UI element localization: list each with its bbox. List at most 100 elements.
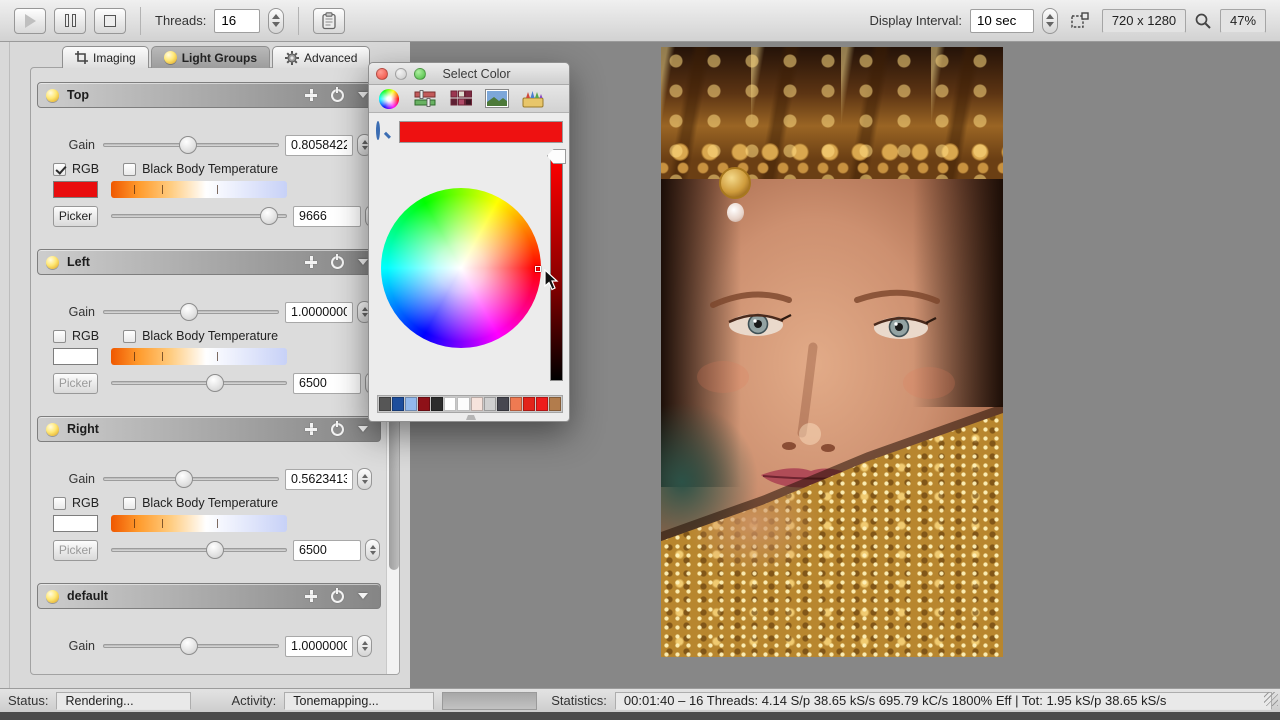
palette-swatch[interactable] (471, 397, 483, 411)
stepper-up-icon[interactable] (362, 140, 368, 144)
palette-swatch[interactable] (510, 397, 522, 411)
rgb-checkbox[interactable] (53, 163, 66, 176)
color-wheel-selection-marker[interactable] (535, 266, 541, 272)
bbt-checkbox[interactable] (123, 163, 136, 176)
stop-button[interactable] (94, 8, 126, 34)
palette-swatch[interactable] (405, 397, 417, 411)
temperature-value-input[interactable] (293, 373, 361, 394)
stepper-down-icon[interactable] (362, 313, 368, 317)
display-interval-input[interactable] (970, 9, 1034, 33)
palette-swatch[interactable] (392, 397, 404, 411)
add-light-group-button[interactable] (302, 587, 320, 605)
power-toggle-button[interactable] (328, 420, 346, 438)
threads-input[interactable] (214, 9, 260, 33)
display-interval-stepper[interactable] (1042, 8, 1058, 34)
gain-stepper[interactable] (357, 468, 372, 490)
color-search-button[interactable] (376, 123, 393, 140)
gain-value-input[interactable] (285, 302, 353, 323)
swatch-drawer-handle[interactable] (466, 415, 476, 420)
tab-imaging[interactable]: Imaging (62, 46, 149, 68)
gain-value-input[interactable] (285, 469, 353, 490)
color-wheel[interactable] (381, 188, 541, 348)
gain-slider-thumb[interactable] (179, 136, 197, 154)
dialog-titlebar[interactable]: Select Color (369, 63, 569, 85)
rgb-checkbox[interactable] (53, 497, 66, 510)
gain-slider[interactable] (103, 644, 279, 648)
threads-stepper[interactable] (268, 8, 284, 34)
minimize-button[interactable] (395, 68, 407, 80)
gain-stepper[interactable] (357, 635, 372, 657)
power-toggle-button[interactable] (328, 587, 346, 605)
gain-value-input[interactable] (285, 636, 353, 657)
add-light-group-button[interactable] (302, 420, 320, 438)
tab-light-groups[interactable]: Light Groups (151, 46, 270, 68)
collapse-button[interactable] (354, 587, 372, 605)
bbt-checkbox[interactable] (123, 330, 136, 343)
temperature-slider-thumb[interactable] (206, 541, 224, 559)
light-group-header[interactable]: Right (37, 416, 381, 442)
palette-swatch[interactable] (379, 397, 391, 411)
picker-button[interactable]: Picker (53, 540, 98, 561)
picker-button[interactable]: Picker (53, 206, 98, 227)
group-color-swatch[interactable] (53, 181, 98, 198)
gain-slider[interactable] (103, 477, 279, 481)
window-resize-grip[interactable] (1264, 692, 1278, 706)
gain-slider-thumb[interactable] (180, 303, 198, 321)
rgb-checkbox[interactable] (53, 330, 66, 343)
copy-to-clipboard-button[interactable] (313, 8, 345, 34)
gain-slider-thumb[interactable] (175, 470, 193, 488)
palette-swatch[interactable] (457, 397, 469, 411)
gain-slider[interactable] (103, 310, 279, 314)
image-palettes-mode-button[interactable] (485, 89, 509, 109)
power-toggle-button[interactable] (328, 253, 346, 271)
crayons-mode-button[interactable] (521, 89, 545, 109)
gain-slider[interactable] (103, 143, 279, 147)
power-toggle-button[interactable] (328, 86, 346, 104)
close-button[interactable] (376, 68, 388, 80)
stepper-down-icon[interactable] (272, 22, 280, 27)
picker-button[interactable]: Picker (53, 373, 98, 394)
stepper-up-icon[interactable] (362, 474, 368, 478)
palette-swatch[interactable] (418, 397, 430, 411)
zoom-button[interactable] (414, 68, 426, 80)
stepper-down-icon[interactable] (370, 551, 376, 555)
color-sliders-mode-button[interactable] (413, 89, 437, 109)
add-light-group-button[interactable] (302, 253, 320, 271)
zoom-magnifier-icon[interactable] (1194, 12, 1212, 30)
stepper-down-icon[interactable] (362, 647, 368, 651)
temperature-slider[interactable] (111, 548, 287, 552)
stepper-down-icon[interactable] (362, 146, 368, 150)
temperature-slider-thumb[interactable] (260, 207, 278, 225)
group-color-swatch[interactable] (53, 348, 98, 365)
temperature-value-input[interactable] (293, 206, 361, 227)
add-light-group-button[interactable] (302, 86, 320, 104)
collapse-button[interactable] (354, 420, 372, 438)
stepper-up-icon[interactable] (272, 14, 280, 19)
palette-swatch[interactable] (549, 397, 561, 411)
stepper-up-icon[interactable] (362, 641, 368, 645)
temperature-value-input[interactable] (293, 540, 361, 561)
palette-swatch[interactable] (484, 397, 496, 411)
palette-swatch[interactable] (497, 397, 509, 411)
light-group-header[interactable]: Left (37, 249, 381, 275)
tab-advanced[interactable]: Advanced (272, 46, 370, 68)
stepper-down-icon[interactable] (1046, 22, 1054, 27)
color-palettes-mode-button[interactable] (449, 89, 473, 109)
stepper-up-icon[interactable] (1046, 14, 1054, 19)
light-group-header[interactable]: default (37, 583, 381, 609)
resize-render-icon[interactable] (1070, 11, 1090, 31)
temperature-slider-thumb[interactable] (206, 374, 224, 392)
group-color-swatch[interactable] (53, 515, 98, 532)
palette-swatch[interactable] (431, 397, 443, 411)
palette-swatch[interactable] (536, 397, 548, 411)
gain-value-input[interactable] (285, 135, 353, 156)
stepper-up-icon[interactable] (362, 307, 368, 311)
light-group-header[interactable]: Top (37, 82, 381, 108)
palette-swatch[interactable] (523, 397, 535, 411)
pause-button[interactable] (54, 8, 86, 34)
temperature-slider[interactable] (111, 381, 287, 385)
stepper-down-icon[interactable] (362, 480, 368, 484)
temperature-slider[interactable] (111, 214, 287, 218)
color-wheel-mode-button[interactable] (377, 89, 401, 109)
gain-slider-thumb[interactable] (180, 637, 198, 655)
